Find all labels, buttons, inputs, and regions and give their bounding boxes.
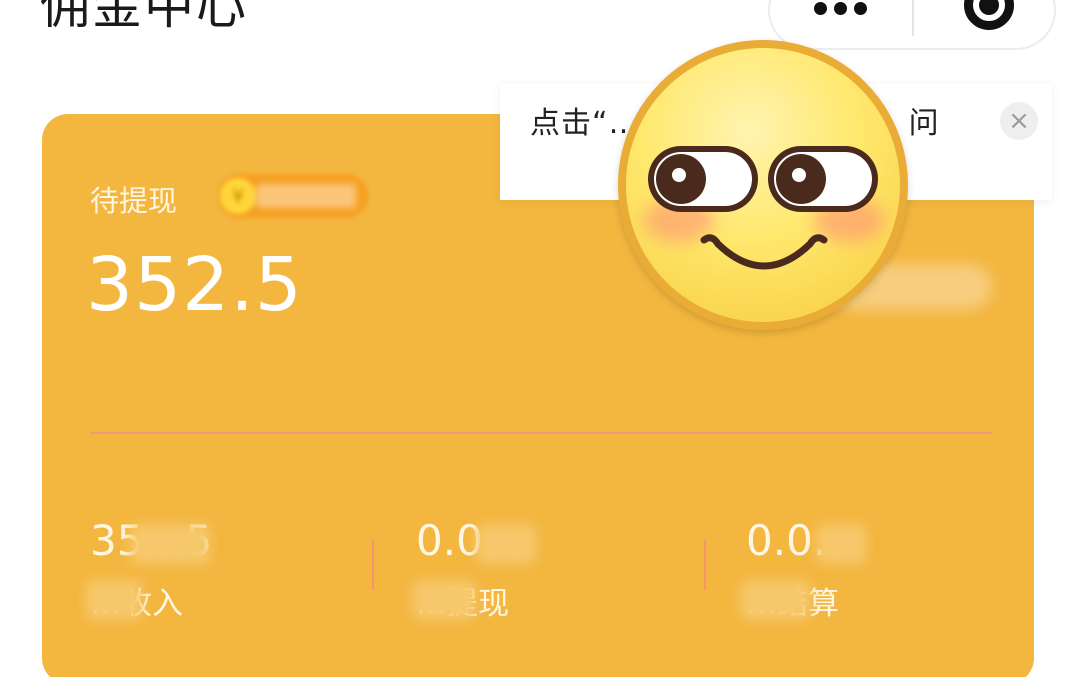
- pending-withdrawal-label: 待提现: [90, 184, 178, 218]
- blur-patch: [740, 580, 810, 620]
- badge-text-blurred: [256, 184, 356, 208]
- smiling-emoji-sticker: [618, 40, 908, 330]
- capsule-divider: [912, 0, 914, 36]
- pending-amount: 352.5: [86, 242, 303, 328]
- page-title: 佣金中心: [40, 0, 248, 35]
- stat-withdrawn: 0.0… …提现: [412, 516, 676, 626]
- tooltip-close-button[interactable]: ×: [1000, 102, 1038, 140]
- emoji-smile-mouth: [700, 234, 828, 270]
- stat-separator: [372, 540, 374, 590]
- coin-icon: ¥: [220, 178, 256, 214]
- stat-unsettled: 0.0… …结算: [740, 516, 1006, 626]
- more-button[interactable]: [770, 0, 912, 48]
- miniprogram-capsule: [768, 0, 1056, 50]
- stat-separator: [704, 540, 706, 590]
- close-miniprogram-button[interactable]: [916, 0, 1056, 48]
- blur-patch: [86, 580, 142, 620]
- stat-total-income: 35…5 …收入: [86, 516, 350, 626]
- card-divider: [90, 432, 992, 434]
- blur-patch: [816, 524, 866, 564]
- commission-center-page: 佣金中心 待提现 ¥ 352.5 35…5 …收入: [0, 0, 1080, 677]
- blur-patch: [476, 524, 536, 564]
- blur-patch: [412, 580, 476, 620]
- blur-patch: [130, 524, 210, 564]
- pending-badge: ¥: [218, 174, 368, 218]
